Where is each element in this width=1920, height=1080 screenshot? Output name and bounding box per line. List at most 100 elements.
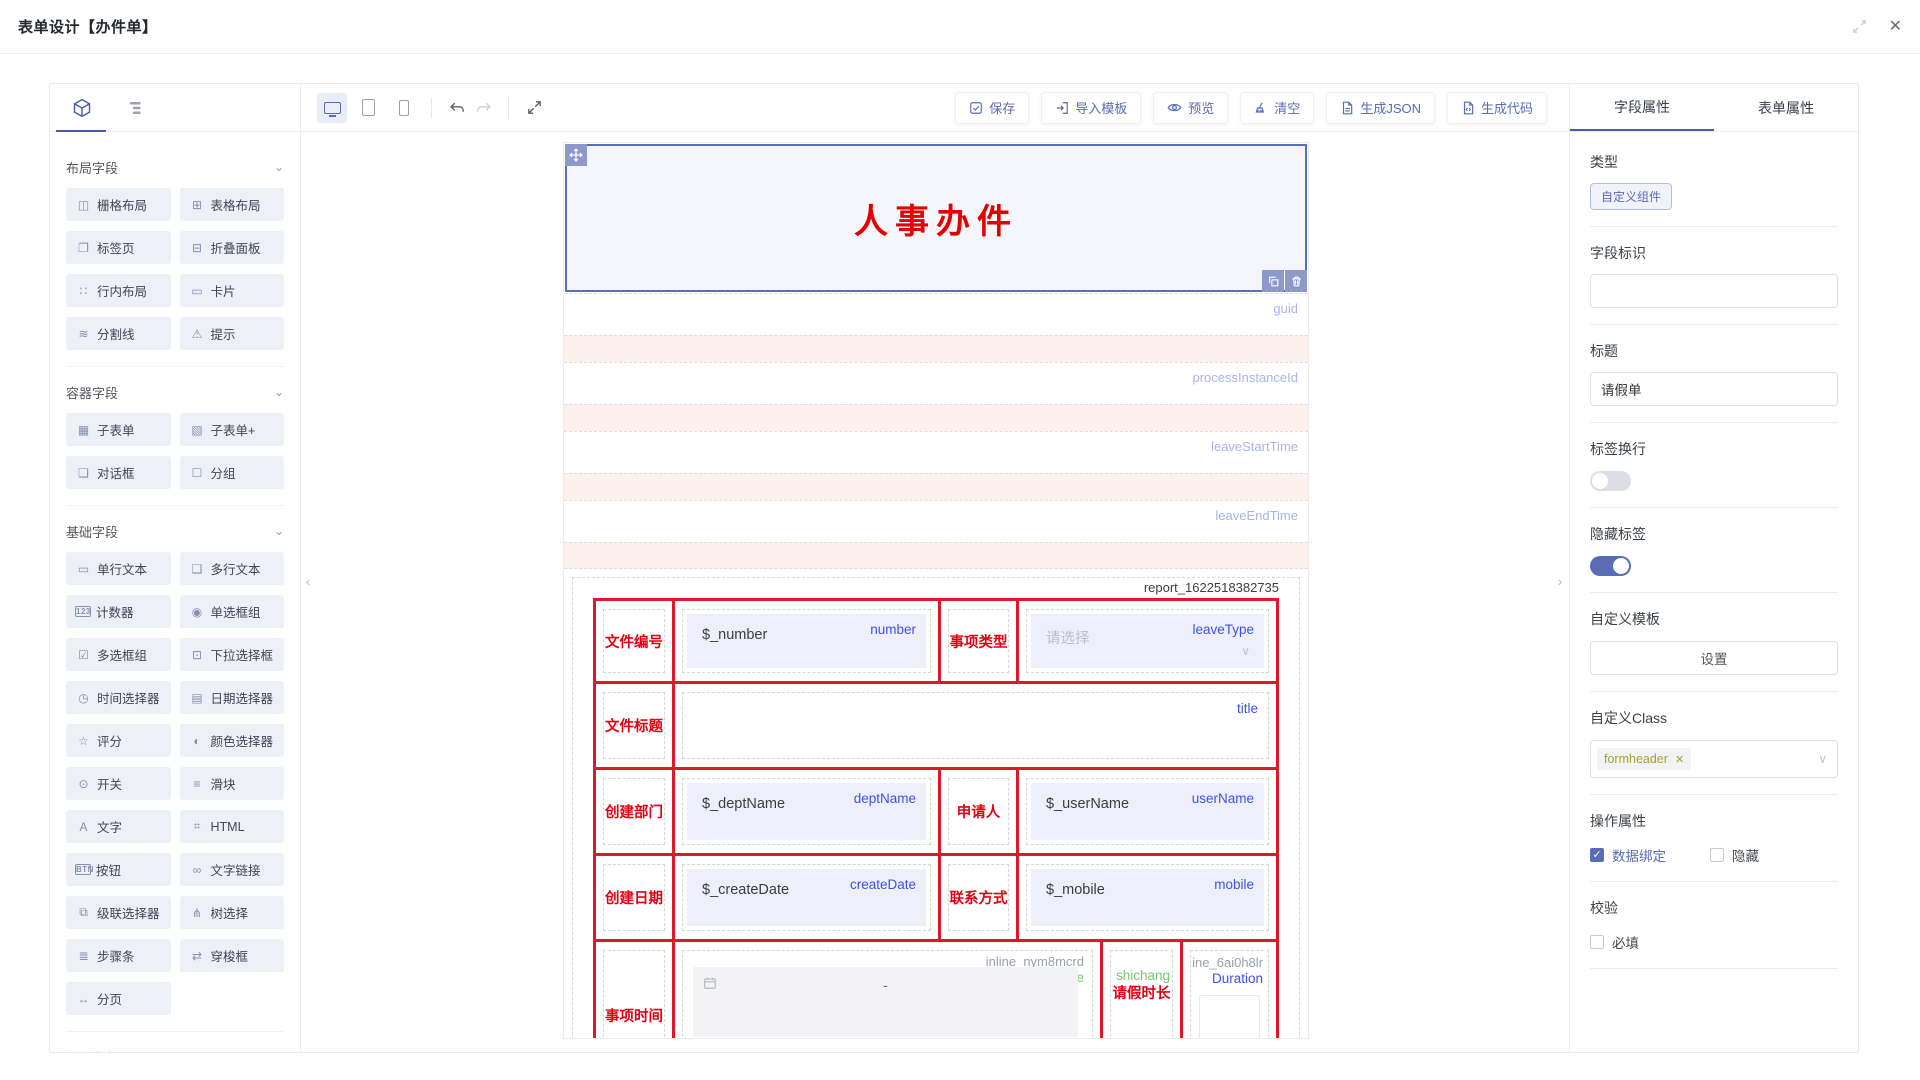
hidden-field-row[interactable]: guid xyxy=(564,293,1308,335)
palette-item-time-picker[interactable]: ◷时间选择器 xyxy=(66,681,171,714)
palette-item-subform-plus[interactable]: ▧子表单+ xyxy=(180,413,285,446)
palette-item-pagination[interactable]: ↔分页 xyxy=(66,982,171,1015)
operation-checkboxes: 数据绑定 隐藏 xyxy=(1590,845,1838,865)
palette-item-subform[interactable]: ▦子表单 xyxy=(66,413,171,446)
custom-class-select[interactable]: formheader ✕ ∨ xyxy=(1590,740,1838,778)
palette-item-switch[interactable]: ⊙开关 xyxy=(66,767,171,800)
palette-item-html[interactable]: ⌗HTML xyxy=(180,810,285,843)
table-row[interactable]: 事项时间 inline_nym8mcrd leavedate xyxy=(593,942,1279,1039)
hidden-checkbox[interactable]: 隐藏 xyxy=(1710,845,1759,865)
palette-item-tabs[interactable]: ❐标签页 xyxy=(66,231,171,264)
palette-item-inline-layout[interactable]: ∷行内布局 xyxy=(66,274,171,307)
import-template-button[interactable]: 导入模板 xyxy=(1041,92,1141,124)
title-input[interactable] xyxy=(1590,372,1838,406)
table-row[interactable]: 文件标题 title xyxy=(593,684,1279,770)
palette-item-radio-group[interactable]: ◉单选框组 xyxy=(180,595,285,628)
duration-input[interactable]: ine_6ai0h8lr Duration xyxy=(1190,950,1269,1039)
type-tag[interactable]: 自定义组件 xyxy=(1590,183,1672,210)
restore-window-icon[interactable] xyxy=(1852,19,1867,34)
palette-section-header[interactable]: 布局字段⌄ xyxy=(66,154,284,180)
palette-item-rate[interactable]: ☆评分 xyxy=(66,724,171,757)
redo-icon[interactable] xyxy=(470,95,496,121)
table-row[interactable]: 创建日期 $_createDate createDate 联系方式 $_mobi… xyxy=(593,856,1279,942)
select-input[interactable]: 请选择 leaveType ∨ xyxy=(1031,614,1264,668)
palette-item-multi-line-text[interactable]: ❑多行文本 xyxy=(180,552,285,585)
undo-icon[interactable] xyxy=(444,95,470,121)
palette-item-dialog[interactable]: ❏对话框 xyxy=(66,456,171,489)
palette-item-card[interactable]: ▭卡片 xyxy=(180,274,285,307)
drag-handle-icon[interactable] xyxy=(565,144,587,166)
text-input[interactable]: title xyxy=(682,692,1269,759)
delete-icon[interactable] xyxy=(1285,270,1307,292)
palette-item-text-link[interactable]: ∞文字链接 xyxy=(180,853,285,886)
palette-item-table-layout[interactable]: ⊞表格布局 xyxy=(180,188,285,221)
collapse-palette-handle[interactable]: ‹ xyxy=(301,560,315,602)
hidden-field-row[interactable]: leaveEndTime xyxy=(564,500,1308,542)
form-header-block[interactable]: 人事办件 xyxy=(565,144,1307,292)
collapse-panel-handle[interactable]: › xyxy=(1553,560,1567,602)
text-icon: A xyxy=(75,820,92,834)
table-row[interactable]: 创建部门 $_deptName deptName 申请人 $_userName … xyxy=(593,770,1279,856)
generate-code-button[interactable]: 生成代码 xyxy=(1447,92,1547,124)
palette-item-checkbox-group[interactable]: ☑多选框组 xyxy=(66,638,171,671)
text-input[interactable]: $_number number xyxy=(687,614,926,668)
custom-template-settings-button[interactable]: 设置 xyxy=(1590,641,1838,675)
hidden-field-row[interactable]: processInstanceId xyxy=(564,362,1308,404)
hidden-field-row[interactable]: leaveStartTime xyxy=(564,431,1308,473)
custom-class-label: 自定义Class xyxy=(1590,708,1838,728)
palette-item-collapse-panel[interactable]: ⊟折叠面板 xyxy=(180,231,285,264)
palette-item-text[interactable]: A文字 xyxy=(66,810,171,843)
design-canvas[interactable]: 人事办件 xyxy=(301,132,1569,1052)
remove-tag-icon[interactable]: ✕ xyxy=(1675,753,1684,766)
device-mobile-icon[interactable] xyxy=(389,93,419,123)
device-desktop-icon[interactable] xyxy=(317,93,347,123)
fullscreen-icon[interactable] xyxy=(521,95,547,121)
palette-item-transfer[interactable]: ⇄穿梭框 xyxy=(180,939,285,972)
palette-section-header[interactable]: 基础字段⌄ xyxy=(66,518,284,544)
palette-item-alert[interactable]: ⚠提示 xyxy=(180,317,285,350)
field-id-input[interactable] xyxy=(1590,274,1838,308)
table-row[interactable]: 文件编号 $_number number 事项类型 请选择 leaveType … xyxy=(593,598,1279,684)
text-input[interactable]: $_createDate createDate xyxy=(687,869,926,926)
pagination-icon: ↔ xyxy=(75,992,92,1006)
palette-item-group[interactable]: ☐分组 xyxy=(180,456,285,489)
device-tablet-icon[interactable] xyxy=(353,93,383,123)
palette-item-tree-select[interactable]: ⋔树选择 xyxy=(180,896,285,929)
palette-item-counter[interactable]: 123计数器 xyxy=(66,595,171,628)
palette-item-cascader[interactable]: ⧉级联选择器 xyxy=(66,896,171,929)
label-wrap-toggle[interactable] xyxy=(1590,471,1631,491)
preview-button[interactable]: 预览 xyxy=(1153,92,1228,124)
text-input[interactable]: $_mobile mobile xyxy=(1031,869,1264,926)
palette-item-button[interactable]: BTN按钮 xyxy=(66,853,171,886)
palette-item-slider[interactable]: ≡滑块 xyxy=(180,767,285,800)
components-tab[interactable] xyxy=(70,96,94,120)
field-label: 申请人 xyxy=(957,801,1001,822)
palette-item-single-line-text[interactable]: ▭单行文本 xyxy=(66,552,171,585)
field-properties-panel: 类型 自定义组件 字段标识 标题 标签换行 隐藏标签 自定义模板 设置 自定义C xyxy=(1569,132,1858,1052)
data-binding-checkbox[interactable]: 数据绑定 xyxy=(1590,845,1666,865)
palette-section-header[interactable]: 高级字段⌄ xyxy=(66,1044,284,1052)
required-checkbox[interactable]: 必填 xyxy=(1590,932,1639,952)
generate-json-button[interactable]: 生成JSON xyxy=(1326,92,1435,124)
palette-item-steps[interactable]: ≣步骤条 xyxy=(66,939,171,972)
report-section[interactable]: report_1622518382735 文件编号 $_number numbe… xyxy=(572,577,1300,1039)
palette-section-header[interactable]: 容器字段⌄ xyxy=(66,379,284,405)
tab-form-properties[interactable]: 表单属性 xyxy=(1714,84,1858,131)
palette-item-grid-layout[interactable]: ◫栅格布局 xyxy=(66,188,171,221)
palette-item-select[interactable]: ⊡下拉选择框 xyxy=(180,638,285,671)
save-button[interactable]: 保存 xyxy=(955,92,1029,124)
hide-label-toggle[interactable] xyxy=(1590,556,1631,576)
close-icon[interactable]: ✕ xyxy=(1889,19,1902,35)
palette-item-color-picker[interactable]: ◐颜色选择器 xyxy=(180,724,285,757)
outline-tab[interactable] xyxy=(124,96,148,120)
copy-icon[interactable] xyxy=(1262,270,1284,292)
clear-button[interactable]: 清空 xyxy=(1240,92,1314,124)
text-input[interactable]: $_userName userName xyxy=(1031,783,1264,840)
tab-field-properties[interactable]: 字段属性 xyxy=(1570,84,1714,131)
form-designer-window: 表单设计【办件单】 ✕ xyxy=(0,0,1920,1080)
palette-item-date-picker[interactable]: ▤日期选择器 xyxy=(180,681,285,714)
active-tab-underline xyxy=(56,130,106,132)
palette-item-divider[interactable]: ≋分割线 xyxy=(66,317,171,350)
text-input[interactable]: $_deptName deptName xyxy=(687,783,926,840)
date-range-picker[interactable]: inline_nym8mcrd leavedate - xyxy=(682,950,1093,1039)
